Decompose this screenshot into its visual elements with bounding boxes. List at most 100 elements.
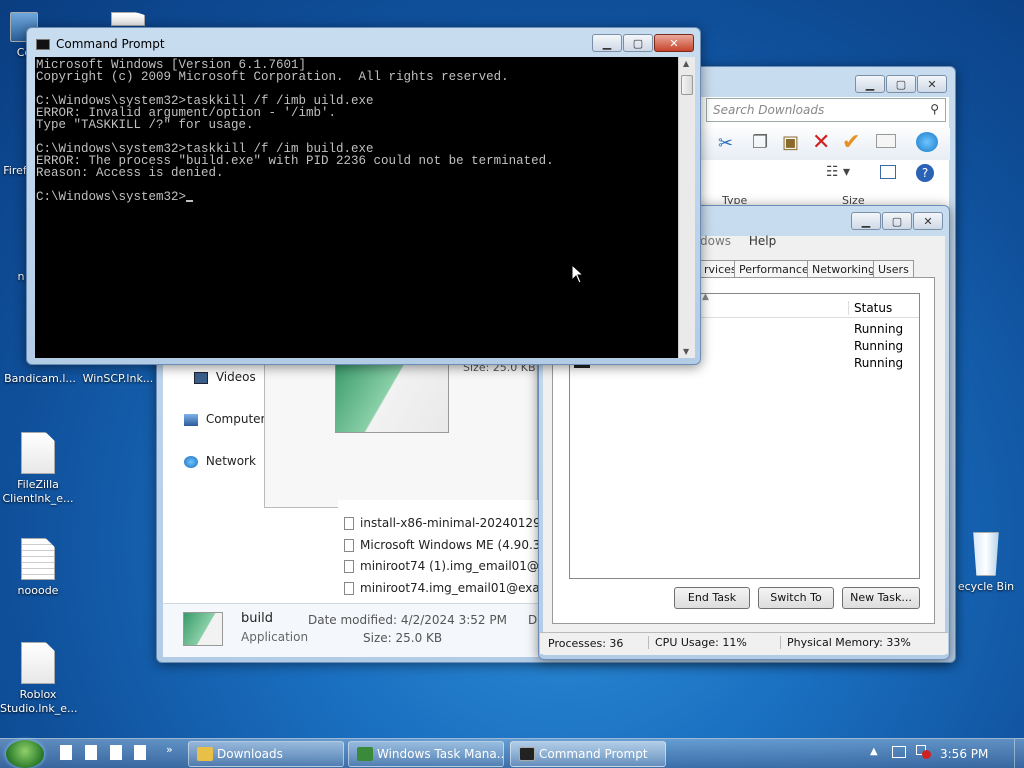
menu-help[interactable]: Help xyxy=(749,234,776,248)
maximize-button[interactable]: ▢ xyxy=(623,34,653,52)
window-title: Command Prompt xyxy=(56,37,165,51)
column-header-type[interactable]: Type xyxy=(722,194,747,204)
file-icon[interactable] xyxy=(134,745,147,760)
details-name: build xyxy=(241,611,273,626)
console-line: Type "TASKKILL /?" for usage. xyxy=(36,118,254,132)
file-icon xyxy=(21,538,55,580)
desktop-icon-bandicam[interactable]: Bandicam.l... xyxy=(2,372,78,386)
clock[interactable]: 3:56 PM xyxy=(940,747,988,761)
minimize-icon: ▁ xyxy=(865,77,875,91)
tray-expand-icon[interactable]: ▲ xyxy=(870,746,878,757)
file-list: install-x86-minimal-20240129T170 Microso… xyxy=(338,500,538,604)
file-icon[interactable] xyxy=(109,745,122,760)
close-button[interactable]: ✕ xyxy=(913,212,943,230)
scroll-down-icon[interactable]: ▼ xyxy=(683,347,689,356)
search-input[interactable]: Search Downloads ⚲ xyxy=(706,98,946,122)
file-icon xyxy=(111,12,145,26)
network-error-icon[interactable] xyxy=(916,745,931,759)
task-manager-icon xyxy=(357,747,373,761)
file-icon xyxy=(344,560,354,573)
switch-to-button[interactable]: Switch To xyxy=(758,587,834,609)
list-item[interactable]: miniroot74.img_email01@examp xyxy=(344,581,538,595)
details-date: Date modified: 4/2/2024 3:52 PM xyxy=(308,613,507,627)
text-cursor xyxy=(186,200,194,202)
show-desktop-button[interactable] xyxy=(1014,739,1024,768)
console-line: Reason: Access is denied. xyxy=(36,166,224,180)
nav-item-videos[interactable]: Videos xyxy=(194,370,256,384)
maximize-button[interactable]: ▢ xyxy=(886,75,916,93)
taskbar-button-downloads[interactable]: Downloads xyxy=(188,741,344,767)
task-manager-menu: dows Help xyxy=(700,234,940,252)
details-pane: build Application Date modified: 4/2/202… xyxy=(163,603,545,657)
scissors-icon[interactable]: ✂ xyxy=(718,133,733,154)
rename-icon[interactable] xyxy=(876,134,896,148)
maximize-icon: ▢ xyxy=(891,214,903,228)
details-size: Size: 25.0 KB xyxy=(363,631,443,645)
chevron-icon[interactable]: » xyxy=(166,743,173,756)
taskbar-button-task-manager[interactable]: Windows Task Mana... xyxy=(348,741,504,767)
close-icon: ✕ xyxy=(927,77,937,91)
desktop-icon-winscp[interactable]: WinSCP.lnk... xyxy=(80,372,156,386)
file-icon xyxy=(344,517,354,530)
desktop-icon-roblox[interactable]: Roblox Studio.lnk_e... xyxy=(0,642,78,716)
column-header-status[interactable]: Status xyxy=(848,301,908,315)
videos-icon xyxy=(194,371,208,384)
file-icon xyxy=(344,582,354,595)
file-icon[interactable] xyxy=(60,745,72,760)
help-icon[interactable]: ? xyxy=(916,164,934,182)
explorer-toolbar: ✂ ❐ ▣ ✕ ✔ xyxy=(700,128,950,160)
delete-icon[interactable]: ✕ xyxy=(812,130,830,155)
tab-networking[interactable]: Networking xyxy=(807,260,880,278)
preview-pane-icon[interactable] xyxy=(880,165,896,179)
file-icon[interactable] xyxy=(84,745,97,760)
console-line: Copyright (c) 2009 Microsoft Corporation… xyxy=(36,70,509,84)
view-options-bar: ☷ ▾ ? xyxy=(700,162,950,186)
desktop-icon-filezilla[interactable]: FileZilla Clientlnk_e... xyxy=(0,432,76,506)
table-row[interactable]: Running xyxy=(848,339,903,353)
table-row[interactable]: Running xyxy=(848,322,903,336)
taskbar: » Downloads Windows Task Mana... Command… xyxy=(0,738,1024,768)
preview-panel: Size: 25.0 KB xyxy=(264,360,538,508)
table-row[interactable]: Running xyxy=(848,356,903,370)
paste-icon[interactable]: ▣ xyxy=(782,132,799,153)
close-button[interactable]: ✕ xyxy=(917,75,947,93)
nav-item-computer[interactable]: Computer xyxy=(184,412,265,426)
column-header-size[interactable]: Size xyxy=(842,194,865,204)
search-icon: ⚲ xyxy=(930,102,939,116)
list-item[interactable]: Microsoft Windows ME (4.90.3000 xyxy=(344,538,538,552)
nav-item-network[interactable]: Network xyxy=(184,454,256,468)
action-center-icon[interactable] xyxy=(892,746,906,758)
new-task-button[interactable]: New Task... xyxy=(842,587,920,609)
copy-icon[interactable]: ❐ xyxy=(752,132,768,153)
cpu-usage: CPU Usage: 11% xyxy=(648,636,747,649)
scroll-thumb[interactable] xyxy=(681,75,693,95)
checkmark-icon[interactable]: ✔ xyxy=(842,130,860,155)
end-task-button[interactable]: End Task xyxy=(674,587,750,609)
maximize-button[interactable]: ▢ xyxy=(882,212,912,230)
sort-arrow-icon: ▲ xyxy=(702,292,709,302)
minimize-button[interactable]: ▁ xyxy=(592,34,622,52)
scrollbar[interactable]: ▲ ▼ xyxy=(678,57,695,358)
folder-icon xyxy=(197,747,213,761)
menu-windows[interactable]: dows xyxy=(700,234,731,248)
console-output[interactable]: Microsoft Windows [Version 6.1.7601] Cop… xyxy=(35,57,678,358)
console-prompt-line[interactable]: C:\Windows\system32> xyxy=(36,191,678,203)
start-button[interactable] xyxy=(6,740,44,768)
scroll-up-icon[interactable]: ▲ xyxy=(683,59,689,68)
list-item[interactable]: miniroot74 (1).img_email01@exar xyxy=(344,559,538,573)
tab-users[interactable]: Users xyxy=(873,260,914,278)
minimize-button[interactable]: ▁ xyxy=(851,212,881,230)
cmd-icon xyxy=(519,747,535,761)
file-icon xyxy=(21,642,55,684)
list-item[interactable]: install-x86-minimal-20240129T170 xyxy=(344,516,538,530)
close-button[interactable]: ✕ xyxy=(654,34,694,52)
command-prompt-window[interactable]: Command Prompt ▁ ▢ ✕ Microsoft Windows [… xyxy=(26,27,701,365)
tab-performance[interactable]: Performance xyxy=(734,260,814,278)
minimize-button[interactable]: ▁ xyxy=(855,75,885,93)
desktop-icon-recycle-bin[interactable]: ecycle Bin xyxy=(948,532,1024,594)
taskbar-button-command-prompt[interactable]: Command Prompt xyxy=(510,741,666,767)
desktop-icon-nooode[interactable]: nooode xyxy=(0,538,76,598)
view-icon[interactable]: ☷ ▾ xyxy=(826,164,850,180)
globe-icon[interactable] xyxy=(916,132,938,152)
quick-launch xyxy=(60,745,147,763)
